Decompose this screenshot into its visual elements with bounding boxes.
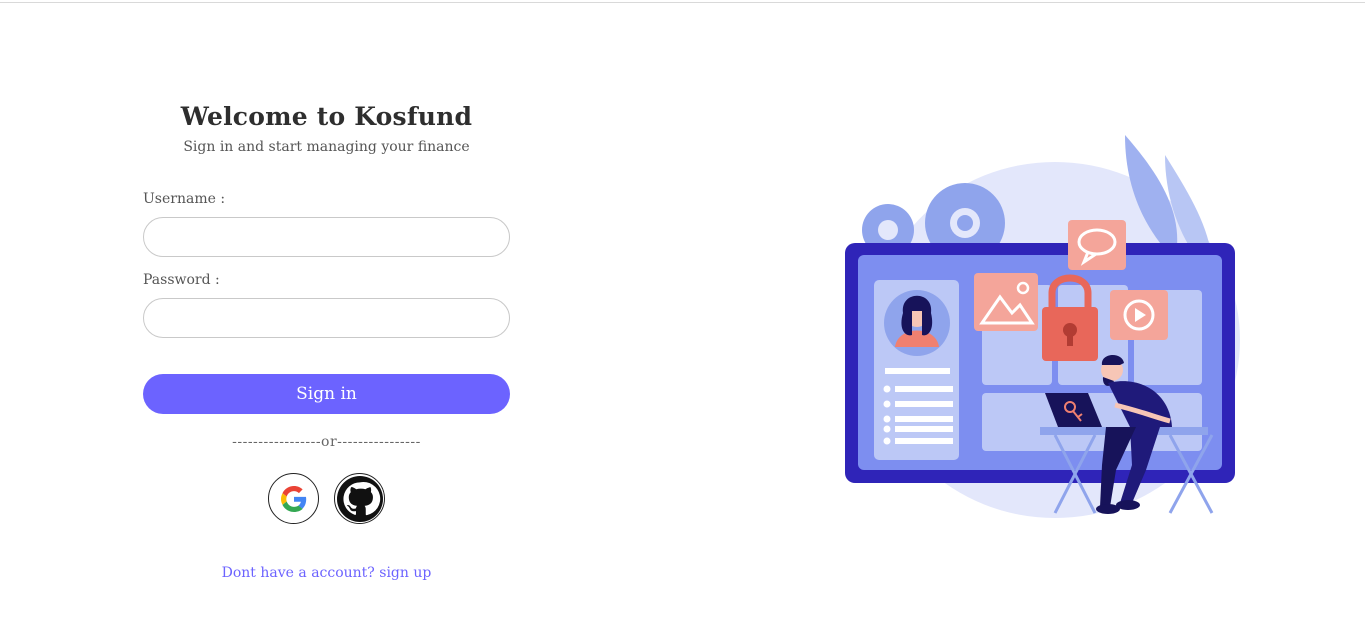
top-border bbox=[0, 2, 1365, 3]
username-label: Username : bbox=[143, 191, 226, 207]
github-signin-button[interactable] bbox=[334, 473, 385, 524]
signup-link[interactable]: Dont have a account? sign up bbox=[143, 565, 510, 581]
google-icon bbox=[280, 485, 306, 512]
page-title: Welcome to Kosfund bbox=[180, 102, 473, 131]
github-icon bbox=[336, 475, 383, 522]
signin-button[interactable]: Sign in bbox=[143, 374, 510, 414]
password-label: Password : bbox=[143, 272, 220, 288]
or-divider: -----------------or---------------- bbox=[232, 434, 421, 450]
username-input[interactable] bbox=[143, 217, 510, 257]
password-input[interactable] bbox=[143, 298, 510, 338]
security-illustration bbox=[845, 135, 1240, 518]
google-signin-button[interactable] bbox=[268, 473, 319, 524]
page-subtitle: Sign in and start managing your finance bbox=[183, 139, 470, 155]
